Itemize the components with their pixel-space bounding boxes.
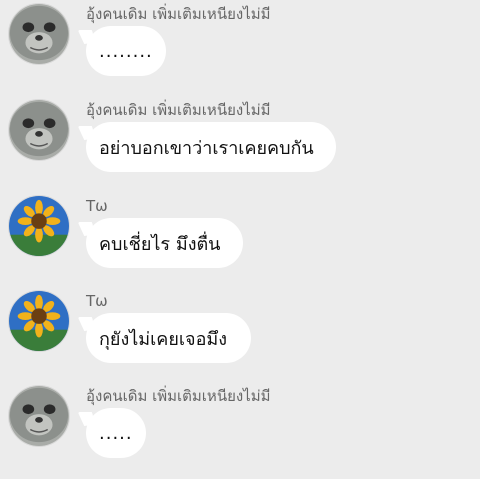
message-bubble[interactable]: ........ [86,26,166,76]
seal-icon [9,4,69,64]
chat-message: อุ้งคนเดิม เพิ่มเติมเหนียงไม่มี ..... [0,382,480,477]
seal-avatar[interactable] [8,385,70,447]
message-text: ........ [99,40,153,62]
chat-message: อุ้งคนเดิม เพิ่มเติมเหนียงไม่มี อย่าบอกเ… [0,96,480,191]
message-text: กุยังไม่เคยเจอมึง [99,328,228,350]
sunflower-icon [9,291,69,351]
seal-avatar[interactable] [8,3,70,65]
chat-message: อุ้งคนเดิม เพิ่มเติมเหนียงไม่มี ........ [0,0,480,95]
message-bubble[interactable]: อย่าบอกเขาว่าเราเคยคบกัน [86,122,336,172]
message-text: คบเชี่ยไร มึงตื่น [99,233,221,255]
sender-name: Tω [86,197,108,215]
message-bubble[interactable]: ..... [86,408,146,458]
chat-thread: อุ้งคนเดิม เพิ่มเติมเหนียงไม่มี ........… [0,0,480,479]
sender-name: Tω [86,292,108,310]
sunflower-avatar[interactable] [8,195,70,257]
message-bubble[interactable]: กุยังไม่เคยเจอมึง [86,313,251,363]
chat-message: Tω กุยังไม่เคยเจอมึง [0,287,480,382]
sender-name: อุ้งคนเดิม เพิ่มเติมเหนียงไม่มี [86,5,271,23]
seal-avatar[interactable] [8,99,70,161]
sender-name: อุ้งคนเดิม เพิ่มเติมเหนียงไม่มี [86,387,271,405]
message-text: อย่าบอกเขาว่าเราเคยคบกัน [99,137,314,159]
sender-name: อุ้งคนเดิม เพิ่มเติมเหนียงไม่มี [86,101,271,119]
sunflower-avatar[interactable] [8,290,70,352]
seal-icon [9,386,69,446]
message-bubble[interactable]: คบเชี่ยไร มึงตื่น [86,218,243,268]
sunflower-icon [9,196,69,256]
message-text: ..... [99,422,133,444]
seal-icon [9,100,69,160]
chat-message: Tω คบเชี่ยไร มึงตื่น [0,192,480,287]
